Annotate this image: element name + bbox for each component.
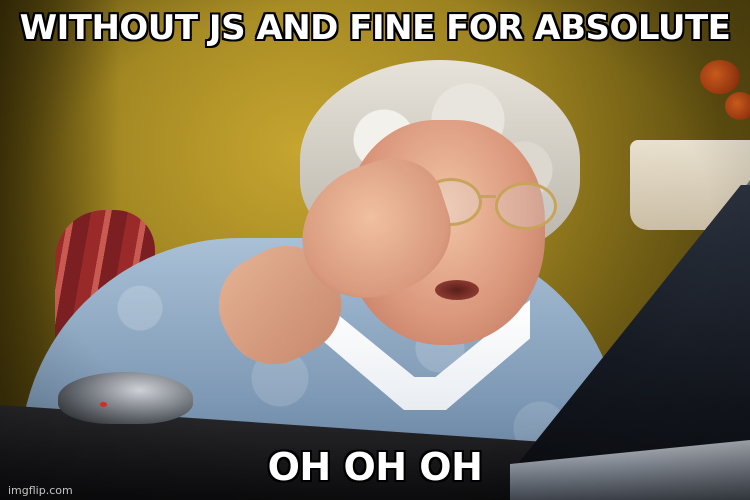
computer-mouse xyxy=(58,372,193,424)
open-mouth xyxy=(435,280,479,300)
flower-icon xyxy=(700,60,740,94)
flower-icon xyxy=(725,92,750,120)
top-caption: WITHOUT JS AND FINE FOR ABSOLUTE xyxy=(19,8,731,48)
glasses-lens-right xyxy=(495,182,557,230)
meme-image: WITHOUT JS AND FINE FOR ABSOLUTE OH OH O… xyxy=(0,0,750,500)
bottom-caption: OH OH OH xyxy=(267,445,483,489)
watermark: imgflip.com xyxy=(8,484,73,497)
glasses-bridge xyxy=(478,195,496,198)
mouse-led-icon xyxy=(100,402,107,407)
